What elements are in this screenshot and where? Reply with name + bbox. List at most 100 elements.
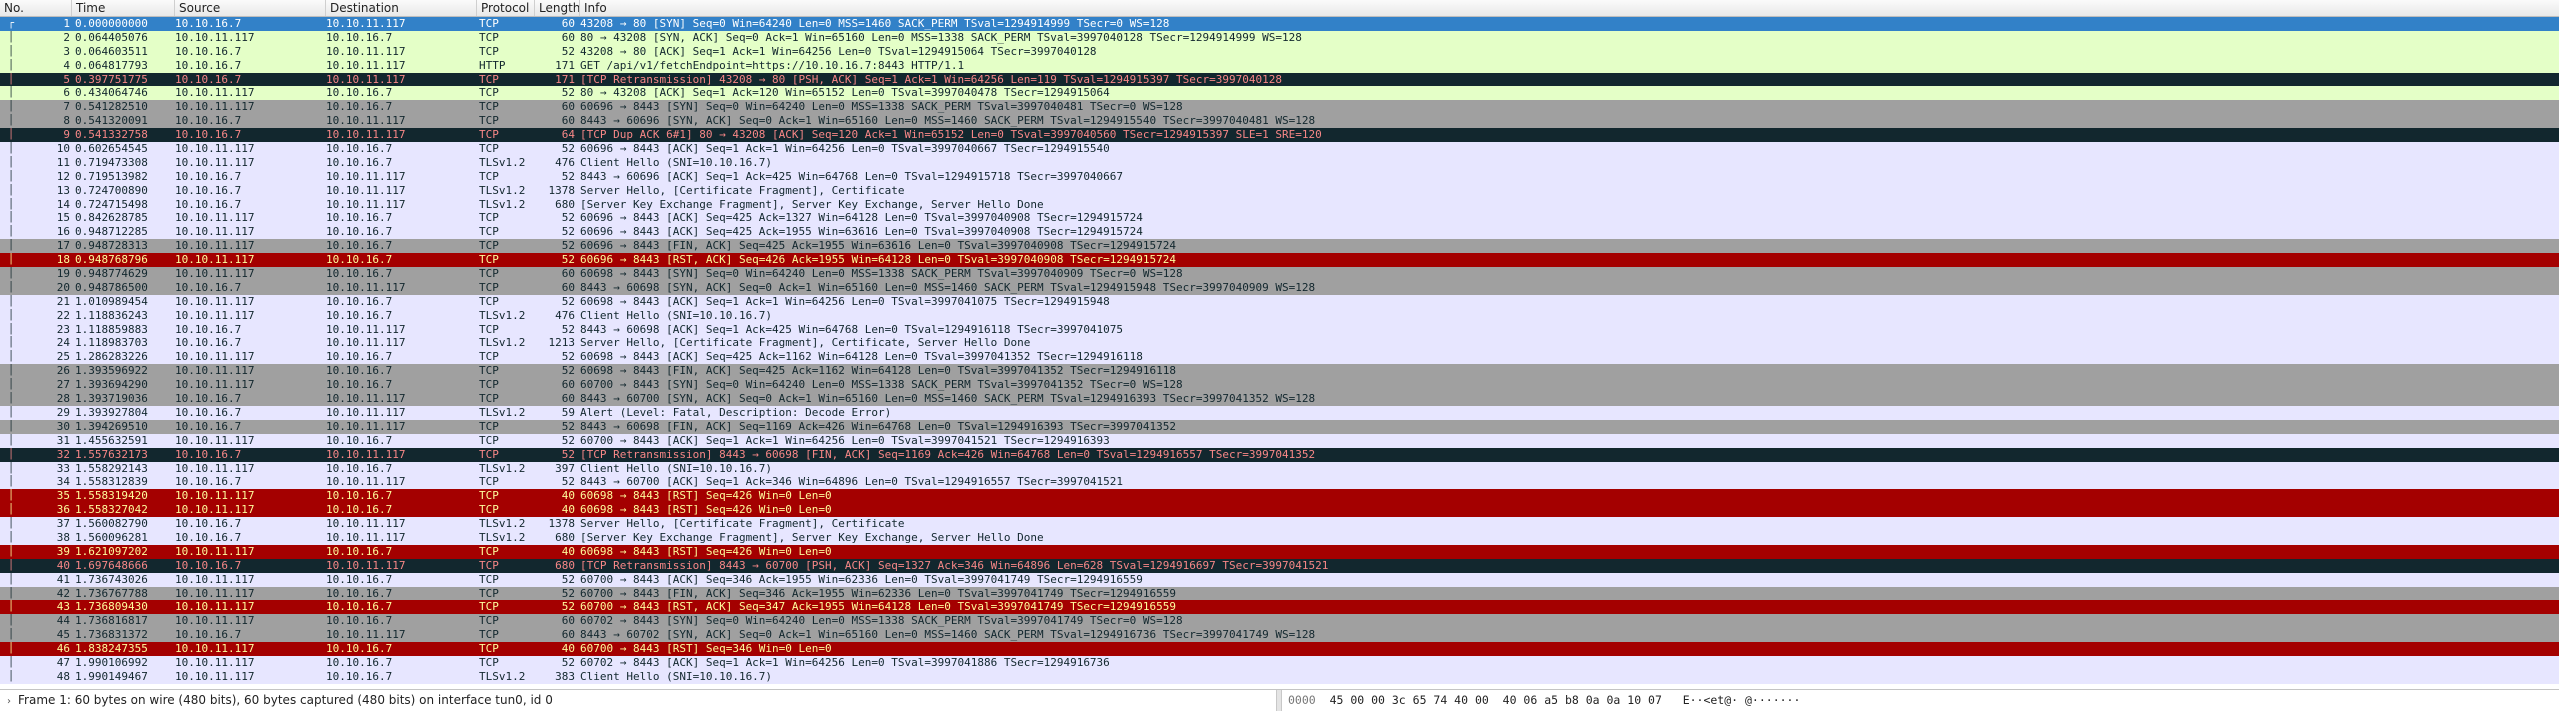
packet-row[interactable]: │ 42 1.736767788 10.10.11.117 10.10.16.7 TCP 5… xyxy=(0,586,2559,601)
packet-row[interactable]: │ 33 1.558292143 10.10.11.117 10.10.16.7 TLSv… xyxy=(0,461,2559,476)
packet-row[interactable]: │ 6 0.434064746 10.10.11.117 10.10.16.7 TCP 52… xyxy=(0,86,2559,101)
packet-row[interactable]: │ 24 1.118983703 10.10.16.7 10.10.11.117 TLSv… xyxy=(0,336,2559,351)
pane-splitter[interactable] xyxy=(1276,690,1282,711)
hex-offset: 0000 xyxy=(1288,693,1316,707)
packet-row[interactable]: │ 17 0.948728313 10.10.11.117 10.10.16.7 TCP 5… xyxy=(0,239,2559,254)
packet-no: 2 xyxy=(63,30,70,44)
packet-info: 60700 → 8443 [FIN, ACK] Seq=346 Ack=1955… xyxy=(580,586,1177,600)
packet-info: 60698 → 8443 [FIN, ACK] Seq=425 Ack=1162… xyxy=(580,364,1177,378)
column-header-protocol[interactable]: Protocol xyxy=(477,0,535,16)
packet-row[interactable]: │ 34 1.558312839 10.10.16.7 10.10.11.117 TCP 5… xyxy=(0,475,2559,490)
packet-row[interactable]: │ 27 1.393694290 10.10.11.117 10.10.16.7 TCP 6… xyxy=(0,378,2559,393)
packet-row[interactable]: │ 13 0.724700890 10.10.16.7 10.10.11.117 TLSv… xyxy=(0,183,2559,198)
packet-time: 1.286283226 xyxy=(75,350,148,364)
packet-source: 10.10.16.7 xyxy=(175,405,242,419)
packet-bytes-pane[interactable]: 0000 45 00 00 3c 65 74 40 00 40 06 a5 b8… xyxy=(1284,690,2559,711)
column-header-time[interactable]: Time xyxy=(72,0,175,16)
packet-row[interactable]: │ 3 0.064603511 10.10.16.7 10.10.11.117 TCP 52… xyxy=(0,44,2559,59)
packet-time: 0.541332758 xyxy=(75,128,148,142)
packet-no: 13 xyxy=(56,183,70,197)
packet-info: 60702 → 8443 [SYN] Seq=0 Win=64240 Len=0… xyxy=(580,614,1183,628)
packet-source: 10.10.11.117 xyxy=(175,142,255,156)
column-header-no[interactable]: No. xyxy=(0,0,72,16)
packet-destination: 10.10.16.7 xyxy=(326,614,393,628)
packet-row[interactable]: │ 31 1.455632591 10.10.11.117 10.10.16.7 TCP 5… xyxy=(0,433,2559,448)
packet-time: 1.558312839 xyxy=(75,475,148,489)
packet-row[interactable]: │ 29 1.393927804 10.10.16.7 10.10.11.117 TLSv… xyxy=(0,405,2559,420)
packet-source: 10.10.11.117 xyxy=(175,211,255,225)
packet-no: 43 xyxy=(56,600,70,614)
packet-row[interactable]: │ 10 0.602654545 10.10.11.117 10.10.16.7 TCP 5… xyxy=(0,142,2559,156)
packet-time: 1.736743026 xyxy=(75,572,148,586)
packet-row[interactable]: │ 20 0.948786500 10.10.16.7 10.10.11.117 TCP 6… xyxy=(0,280,2559,295)
packet-row[interactable]: │ 12 0.719513982 10.10.16.7 10.10.11.117 TCP 5… xyxy=(0,169,2559,184)
packet-row[interactable]: │ 35 1.558319420 10.10.11.117 10.10.16.7 TCP 4… xyxy=(0,489,2559,504)
packet-row[interactable]: │ 9 0.541332758 10.10.16.7 10.10.11.117 TCP 64… xyxy=(0,128,2559,143)
packet-row[interactable]: │ 38 1.560096281 10.10.16.7 10.10.11.117 TLSv… xyxy=(0,530,2559,545)
packet-no: 1 xyxy=(63,17,70,30)
packet-row[interactable]: │ 16 0.948712285 10.10.11.117 10.10.16.7 TCP 5… xyxy=(0,225,2559,240)
packet-row[interactable]: │ 41 1.736743026 10.10.11.117 10.10.16.7 TCP 5… xyxy=(0,572,2559,587)
packet-protocol: TCP xyxy=(479,267,499,281)
packet-info: 60696 → 8443 [ACK] Seq=1 Ack=1 Win=64256… xyxy=(580,142,1110,156)
packet-protocol: TCP xyxy=(479,558,499,572)
packet-row[interactable]: │ 8 0.541320091 10.10.16.7 10.10.11.117 TCP 60… xyxy=(0,114,2559,129)
packet-row[interactable]: │ 4 0.064817793 10.10.16.7 10.10.11.117 HTTP 1… xyxy=(0,58,2559,73)
packet-row[interactable]: │ 32 1.557632173 10.10.16.7 10.10.11.117 TCP 5… xyxy=(0,447,2559,462)
packet-source: 10.10.16.7 xyxy=(175,169,242,183)
packet-row[interactable]: │ 5 0.397751775 10.10.16.7 10.10.11.117 TCP 17… xyxy=(0,72,2559,87)
packet-protocol: TCP xyxy=(479,114,499,128)
packet-no: 33 xyxy=(56,461,70,475)
packet-row[interactable]: │ 47 1.990106992 10.10.11.117 10.10.16.7 TCP 5… xyxy=(0,655,2559,670)
packet-row[interactable]: │ 45 1.736831372 10.10.16.7 10.10.11.117 TCP 6… xyxy=(0,628,2559,643)
packet-length: 52 xyxy=(561,586,575,600)
column-header-destination[interactable]: Destination xyxy=(326,0,477,16)
packet-row[interactable]: │ 14 0.724715498 10.10.16.7 10.10.11.117 TLSv… xyxy=(0,197,2559,212)
packet-row[interactable]: │ 26 1.393596922 10.10.11.117 10.10.16.7 TCP 5… xyxy=(0,364,2559,379)
packet-row[interactable]: │ 22 1.118836243 10.10.11.117 10.10.16.7 TLSv… xyxy=(0,308,2559,323)
packet-no: 12 xyxy=(56,169,70,183)
packet-row[interactable]: │ 18 0.948768796 10.10.11.117 10.10.16.7 TCP 5… xyxy=(0,253,2559,268)
packet-row[interactable]: │ 2 0.064405076 10.10.11.117 10.10.16.7 TCP 60… xyxy=(0,30,2559,45)
packet-destination: 10.10.16.7 xyxy=(326,489,393,503)
packet-row[interactable]: │ 36 1.558327042 10.10.11.117 10.10.16.7 TCP 4… xyxy=(0,503,2559,518)
packet-source: 10.10.11.117 xyxy=(175,503,255,517)
packet-row[interactable]: │ 25 1.286283226 10.10.11.117 10.10.16.7 TCP 5… xyxy=(0,350,2559,365)
packet-row[interactable]: │ 40 1.697648666 10.10.16.7 10.10.11.117 TCP 6… xyxy=(0,558,2559,573)
packet-list[interactable]: ┌ 1 0.000000000 10.10.16.7 10.10.11.117 TCP 60… xyxy=(0,17,2559,688)
packet-source: 10.10.16.7 xyxy=(175,17,242,30)
packet-row[interactable]: │ 11 0.719473308 10.10.11.117 10.10.16.7 TLSv… xyxy=(0,155,2559,170)
packet-row[interactable]: │ 15 0.842628785 10.10.11.117 10.10.16.7 TCP 5… xyxy=(0,211,2559,226)
column-header-source[interactable]: Source xyxy=(175,0,326,16)
packet-details-pane[interactable]: › Frame 1: 60 bytes on wire (480 bits), 6… xyxy=(0,690,1276,711)
packet-row[interactable]: │ 21 1.010989454 10.10.11.117 10.10.16.7 TCP 5… xyxy=(0,294,2559,309)
packet-row[interactable]: │ 46 1.838247355 10.10.11.117 10.10.16.7 TCP 4… xyxy=(0,642,2559,656)
packet-protocol: TCP xyxy=(479,100,499,114)
packet-row[interactable]: │ 23 1.118859883 10.10.16.7 10.10.11.117 TCP 5… xyxy=(0,322,2559,337)
packet-source: 10.10.11.117 xyxy=(175,378,255,392)
column-header-info[interactable]: Info xyxy=(580,0,2559,16)
packet-row[interactable]: │ 37 1.560082790 10.10.16.7 10.10.11.117 TLSv… xyxy=(0,517,2559,531)
packet-row[interactable]: │ 43 1.736809430 10.10.11.117 10.10.16.7 TCP 5… xyxy=(0,600,2559,615)
expand-arrow-icon[interactable]: › xyxy=(0,691,18,711)
packet-source: 10.10.11.117 xyxy=(175,100,255,114)
packet-row[interactable]: │ 28 1.393719036 10.10.16.7 10.10.11.117 TCP 6… xyxy=(0,392,2559,406)
column-header-length[interactable]: Length xyxy=(535,0,580,16)
packet-row[interactable]: │ 44 1.736816817 10.10.11.117 10.10.16.7 TCP 6… xyxy=(0,614,2559,629)
packet-row[interactable]: │ 30 1.394269510 10.10.16.7 10.10.11.117 TCP 5… xyxy=(0,419,2559,434)
packet-length: 476 xyxy=(555,308,575,322)
frame-summary[interactable]: Frame 1: 60 bytes on wire (480 bits), 60… xyxy=(18,693,553,707)
packet-row[interactable]: │ 19 0.948774629 10.10.11.117 10.10.16.7 TCP 6… xyxy=(0,267,2559,281)
packet-protocol: TCP xyxy=(479,544,499,558)
packet-destination: 10.10.11.117 xyxy=(326,183,406,197)
packet-info: 60698 → 8443 [RST] Seq=426 Win=0 Len=0 xyxy=(580,544,832,558)
packet-row[interactable]: │ 48 1.990149467 10.10.11.117 10.10.16.7 TLSv… xyxy=(0,669,2559,684)
packet-destination: 10.10.16.7 xyxy=(326,225,393,239)
packet-row[interactable]: │ 39 1.621097202 10.10.11.117 10.10.16.7 TCP 4… xyxy=(0,544,2559,559)
packet-row[interactable]: │ 7 0.541282510 10.10.11.117 10.10.16.7 TCP 60… xyxy=(0,100,2559,115)
packet-time: 1.990106992 xyxy=(75,655,148,669)
packet-destination: 10.10.11.117 xyxy=(326,44,406,58)
packet-destination: 10.10.16.7 xyxy=(326,600,393,614)
packet-row[interactable]: ┌ 1 0.000000000 10.10.16.7 10.10.11.117 TCP 60… xyxy=(0,17,2559,31)
packet-length: 60 xyxy=(561,628,575,642)
